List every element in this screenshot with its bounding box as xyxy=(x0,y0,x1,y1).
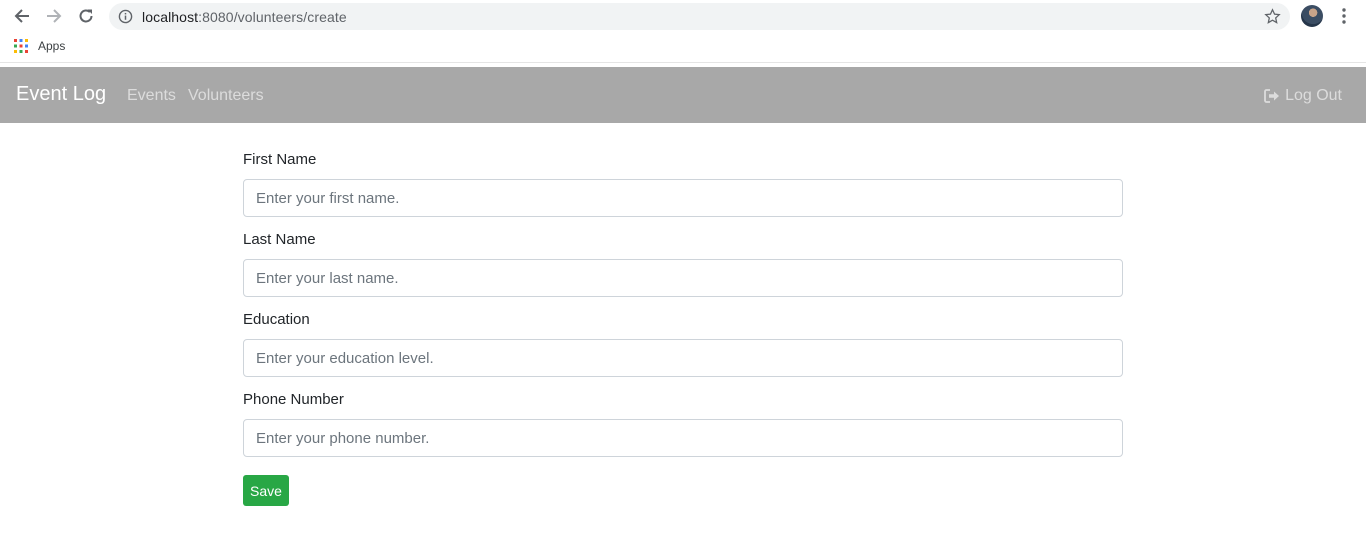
first-name-input[interactable] xyxy=(243,179,1123,217)
brand-link[interactable]: Event Log xyxy=(16,83,106,106)
first-name-group: First Name xyxy=(243,151,1123,217)
nav-link-events[interactable]: Events xyxy=(127,87,176,105)
url-host: localhost xyxy=(142,9,199,25)
back-button[interactable] xyxy=(9,4,35,28)
arrow-left-icon xyxy=(14,9,29,23)
volunteer-create-form: First Name Last Name Education Phone Num… xyxy=(243,151,1123,506)
browser-toolbar: localhost:8080/volunteers/create xyxy=(0,0,1366,33)
first-name-label: First Name xyxy=(243,151,317,168)
bookmark-apps[interactable]: Apps xyxy=(14,39,65,53)
last-name-group: Last Name xyxy=(243,231,1123,297)
profile-avatar[interactable] xyxy=(1301,5,1323,27)
education-input[interactable] xyxy=(243,339,1123,377)
save-button[interactable]: Save xyxy=(243,475,289,506)
phone-number-input[interactable] xyxy=(243,419,1123,457)
info-icon[interactable] xyxy=(118,9,133,24)
nav-link-volunteers[interactable]: Volunteers xyxy=(188,87,264,105)
address-bar[interactable]: localhost:8080/volunteers/create xyxy=(109,3,1290,30)
bookmark-apps-label: Apps xyxy=(38,39,66,53)
reload-icon xyxy=(79,9,93,23)
phone-number-label: Phone Number xyxy=(243,391,344,408)
last-name-label: Last Name xyxy=(243,231,316,248)
url-path: :8080/volunteers/create xyxy=(198,9,347,25)
logout-label: Log Out xyxy=(1285,87,1342,104)
star-icon[interactable] xyxy=(1264,8,1281,25)
logout-link[interactable]: Log Out xyxy=(1264,87,1342,105)
bookmarks-bar: Apps xyxy=(0,33,1366,63)
phone-number-group: Phone Number xyxy=(243,391,1123,457)
apps-grid-icon xyxy=(14,39,28,53)
reload-button[interactable] xyxy=(73,4,99,28)
education-label: Education xyxy=(243,311,310,328)
last-name-input[interactable] xyxy=(243,259,1123,297)
arrow-right-icon xyxy=(47,9,62,23)
app-navbar: Event Log Events Volunteers Log Out xyxy=(0,67,1366,123)
more-vert-icon[interactable] xyxy=(1337,7,1351,25)
forward-button[interactable] xyxy=(41,4,67,28)
sign-out-icon xyxy=(1264,89,1280,103)
education-group: Education xyxy=(243,311,1123,377)
url-text[interactable]: localhost:8080/volunteers/create xyxy=(142,9,347,25)
